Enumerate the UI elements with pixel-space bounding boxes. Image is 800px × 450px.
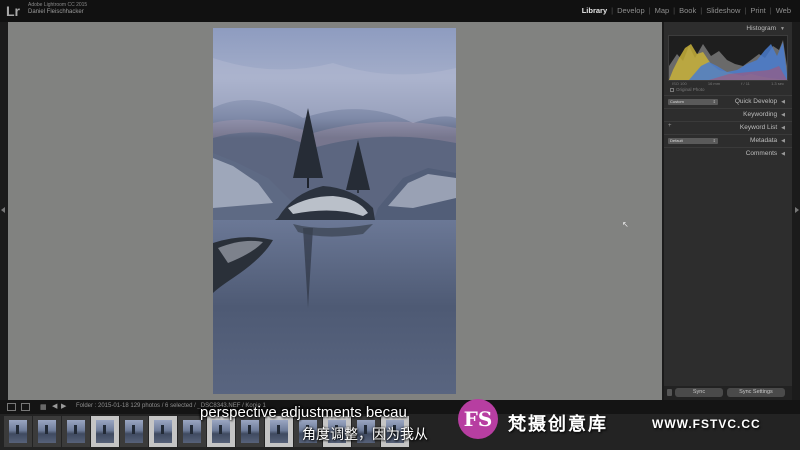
saved-preset-select[interactable]: Custom ⇕ <box>668 99 718 105</box>
focal-length-value: 16 mm <box>707 81 721 86</box>
module-web[interactable]: Web <box>773 6 794 15</box>
thumbnail-image <box>212 420 230 443</box>
quick-develop-label: Quick Develop <box>734 98 778 105</box>
right-panel: Histogram ▼ ISO 100 16 mm f / 11 1.3 sec… <box>664 22 792 400</box>
thumbnail-image <box>183 420 201 443</box>
top-bar: Lr Adobe Lightroom CC 2015 Daniel Fleisc… <box>0 0 800 22</box>
sync-bar: Sync Sync Settings <box>664 386 792 400</box>
subtitle-chinese: 角度调整，因为我从 <box>302 427 428 443</box>
sync-button[interactable]: Sync <box>675 388 723 397</box>
original-photo-checkbox[interactable]: Original Photo <box>670 87 705 92</box>
thumbnail-image <box>154 420 172 443</box>
expand-triangle-icon[interactable]: ◀ <box>781 125 785 131</box>
subtitle-english: perspective adjustments becau <box>200 404 407 421</box>
keywording-panel-header[interactable]: Keywording ◀ <box>664 108 792 120</box>
watermark-logo: FS <box>458 399 498 439</box>
module-print[interactable]: Print <box>747 6 768 15</box>
filmstrip-thumbnail[interactable] <box>91 416 119 447</box>
sync-settings-button[interactable]: Sync Settings <box>727 388 785 397</box>
watermark-chinese: 梵摄创意库 <box>508 414 608 435</box>
keywording-label-wrap: Keywording ◀ <box>743 111 785 118</box>
quick-develop-label-wrap: Quick Develop ◀ <box>735 98 785 105</box>
shutter-value: 1.3 sec <box>771 81 784 86</box>
metadata-preset-value: Default <box>670 138 683 143</box>
metadata-label-wrap: Metadata ◀ <box>750 137 785 144</box>
metadata-preset-select[interactable]: Default ⇕ <box>668 138 718 144</box>
checkbox-icon[interactable] <box>670 87 674 92</box>
add-keyword-icon[interactable]: + <box>668 123 672 129</box>
metadata-panel-header[interactable]: Default ⇕ Metadata ◀ <box>664 134 792 146</box>
histogram-panel-header[interactable]: Histogram ▼ <box>664 22 792 35</box>
expand-triangle-icon[interactable]: ◀ <box>781 138 785 144</box>
filmstrip-thumbnail[interactable] <box>120 416 148 447</box>
keyword-list-label-wrap: Keyword List ◀ <box>740 124 785 131</box>
metadata-label: Metadata <box>750 137 778 144</box>
right-panel-toggle-icon[interactable] <box>795 207 799 213</box>
left-panel-toggle-icon[interactable] <box>1 207 5 213</box>
aperture-value: f / 11 <box>741 81 750 86</box>
previous-icon[interactable]: ◀ <box>52 402 57 410</box>
collapse-triangle-icon[interactable]: ▼ <box>780 26 785 32</box>
saved-preset-value: Custom <box>670 99 684 104</box>
module-slideshow[interactable]: Slideshow <box>703 6 743 15</box>
thumbnail-image <box>96 420 114 443</box>
expand-triangle-icon[interactable]: ◀ <box>781 151 785 157</box>
mouse-cursor-icon: ↖ <box>622 220 629 229</box>
module-library[interactable]: Library <box>579 6 610 15</box>
comments-panel-header[interactable]: Comments ◀ <box>664 147 792 159</box>
thumbnail-image <box>9 420 27 443</box>
watermark-url: WWW.FSTVC.CC <box>652 417 761 431</box>
thumbnail-image <box>67 420 85 443</box>
thumbnail-image <box>125 420 143 443</box>
filmstrip-thumbnail[interactable] <box>33 416 61 447</box>
expand-triangle-icon[interactable]: ◀ <box>781 99 785 105</box>
comments-label-wrap: Comments ◀ <box>746 150 785 157</box>
module-develop[interactable]: Develop <box>614 6 648 15</box>
module-picker: Library | Develop | Map | Book | Slideshow | Print… <box>579 6 794 15</box>
original-photo-label: Original Photo <box>676 87 705 92</box>
filmstrip-thumbnail[interactable] <box>62 416 90 447</box>
histogram <box>668 35 788 81</box>
module-book[interactable]: Book <box>676 6 699 15</box>
stepper-icon[interactable]: ⇕ <box>713 138 716 144</box>
expand-triangle-icon[interactable]: ◀ <box>781 112 785 118</box>
comments-label: Comments <box>745 150 778 157</box>
auto-sync-switch[interactable] <box>667 389 672 396</box>
keyword-list-label: Keyword List <box>739 124 778 131</box>
module-map[interactable]: Map <box>652 6 673 15</box>
lightroom-logo: Lr <box>6 3 20 19</box>
keyword-list-panel-header[interactable]: + Keyword List ◀ <box>664 121 792 133</box>
user-name: Daniel Fleischhacker <box>28 9 84 15</box>
main-photo[interactable] <box>213 28 456 394</box>
quick-develop-panel-header[interactable]: Custom ⇕ Quick Develop ◀ <box>664 95 792 107</box>
next-icon[interactable]: ▶ <box>61 402 66 410</box>
main-window-icon[interactable] <box>7 403 16 411</box>
second-window-icon[interactable] <box>21 403 30 411</box>
app-name: Adobe Lightroom CC 2015 <box>28 2 88 8</box>
loupe-viewer[interactable]: ↖ <box>8 22 662 400</box>
thumbnail-image <box>38 420 56 443</box>
thumbnail-image <box>270 420 288 443</box>
lightroom-window: Lr Adobe Lightroom CC 2015 Daniel Fleisc… <box>0 0 800 450</box>
histogram-title: Histogram <box>746 25 777 32</box>
filmstrip-thumbnail[interactable] <box>4 416 32 447</box>
grid-view-icon[interactable]: ▦ <box>40 403 47 411</box>
stepper-icon[interactable]: ⇕ <box>713 99 716 105</box>
keywording-label: Keywording <box>743 111 778 118</box>
filmstrip-thumbnail[interactable] <box>149 416 177 447</box>
thumbnail-image <box>241 420 259 443</box>
